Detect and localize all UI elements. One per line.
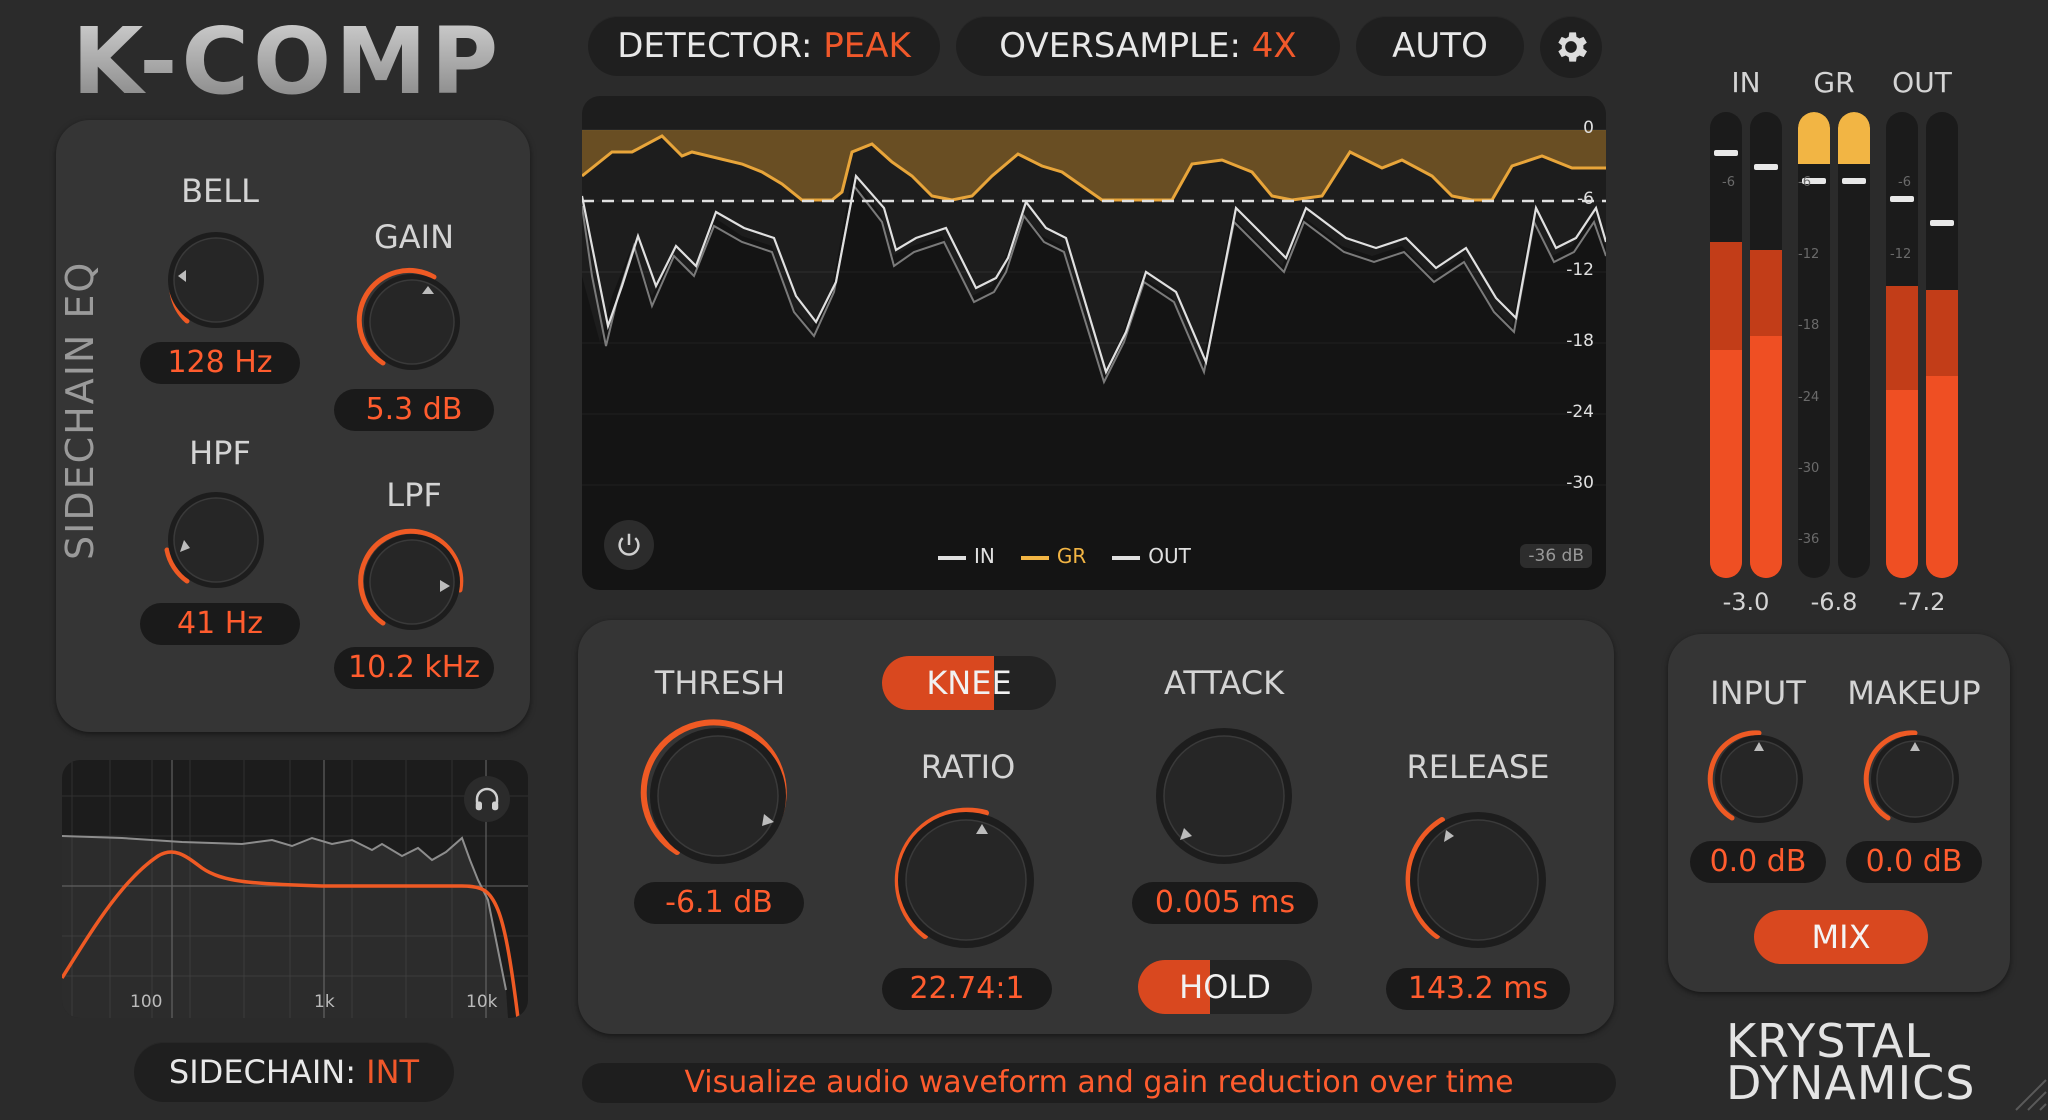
meter-in-value: -3.0 [1722, 588, 1770, 616]
legend-gr[interactable]: GR [1020, 544, 1086, 568]
hpf-label: HPF [189, 434, 251, 472]
detector-button[interactable]: DETECTOR: PEAK [588, 16, 940, 76]
hpf-knob[interactable] [156, 480, 276, 600]
oversample-label: OVERSAMPLE: [999, 26, 1241, 66]
thresh-knob[interactable] [634, 712, 802, 880]
ratio-knob[interactable] [882, 796, 1050, 964]
tick-gr-36: -36 [1798, 532, 1820, 547]
oversample-button[interactable]: OVERSAMPLE: 4X [956, 16, 1340, 76]
gain-label: GAIN [373, 218, 455, 256]
tick-out-6: -6 [1898, 175, 1911, 190]
makeup-label: MAKEUP [1847, 674, 1981, 712]
auto-button[interactable]: AUTO [1356, 16, 1524, 76]
resize-handle[interactable] [2010, 1070, 2048, 1120]
scale-18: -18 [1566, 331, 1594, 351]
lpf-knob[interactable] [352, 522, 472, 642]
waveform-legend: IN GR OUT [938, 544, 1191, 568]
waveform-display[interactable]: 0 -6 -12 -18 -24 -30 -36 dB IN GR OUT [582, 96, 1606, 590]
sidechain-label: SIDECHAIN: [168, 1053, 356, 1091]
oversample-value: 4X [1251, 26, 1297, 66]
gear-icon [1558, 32, 1587, 62]
hold-label: HOLD [1179, 968, 1271, 1006]
tick-gr-6: -6 [1798, 175, 1811, 190]
detector-value: PEAK [823, 26, 911, 66]
tick-out-12: -12 [1890, 247, 1912, 262]
gain-value[interactable]: 5.3 dB [334, 389, 494, 431]
hold-toggle[interactable]: HOLD [1138, 960, 1312, 1014]
input-value[interactable]: 0.0 dB [1690, 841, 1826, 883]
scale-24: -24 [1566, 402, 1594, 422]
brand-line2: DYNAMICS [1726, 1056, 1976, 1110]
settings-button[interactable] [1540, 16, 1602, 78]
makeup-knob[interactable] [1860, 724, 1970, 834]
thresh-value[interactable]: -6.1 dB [634, 882, 804, 924]
knee-toggle[interactable]: KNEE [882, 656, 1056, 710]
tick-in-6: -6 [1722, 175, 1735, 190]
release-knob[interactable] [1394, 796, 1562, 964]
meter-gr-right [1838, 112, 1870, 578]
thresh-label: THRESH [654, 664, 786, 702]
scale-0: 0 [1583, 118, 1594, 138]
eq-tick-1k: 1k [314, 992, 335, 1012]
eq-tick-10k: 10k [466, 992, 498, 1012]
tick-gr-24: -24 [1798, 390, 1820, 405]
legend-out[interactable]: OUT [1112, 544, 1191, 568]
tick-gr-30: -30 [1798, 461, 1820, 476]
lpf-label: LPF [386, 476, 442, 514]
bell-label: BELL [181, 172, 259, 210]
solo-sidechain-button[interactable] [464, 776, 510, 822]
bell-value[interactable]: 128 Hz [140, 342, 300, 384]
sidechain-value: INT [366, 1053, 420, 1091]
ratio-label: RATIO [920, 748, 1016, 786]
meter-gr-label: GR [1813, 66, 1855, 99]
detector-label: DETECTOR: [617, 26, 813, 66]
headphones-icon [475, 787, 499, 811]
input-label: INPUT [1710, 674, 1806, 712]
mix-button[interactable]: MIX [1754, 910, 1928, 964]
gain-knob[interactable] [352, 262, 472, 382]
release-value[interactable]: 143.2 ms [1386, 968, 1570, 1010]
display-power-button[interactable] [604, 520, 654, 570]
scale-30: -30 [1566, 473, 1594, 493]
tick-gr-18: -18 [1798, 318, 1820, 333]
scale-6: -6 [1577, 189, 1594, 209]
meter-gr-value: -6.8 [1810, 588, 1858, 616]
sidechain-source-button[interactable]: SIDECHAIN: INT [134, 1042, 454, 1102]
meter-out-right [1926, 112, 1958, 578]
status-tooltip: Visualize audio waveform and gain reduct… [582, 1063, 1616, 1103]
release-label: RELEASE [1406, 748, 1550, 786]
tick-gr-12: -12 [1798, 247, 1820, 262]
makeup-value[interactable]: 0.0 dB [1846, 841, 1982, 883]
sidechain-eq-curve[interactable]: 100 1k 10k [62, 760, 528, 1018]
ratio-value[interactable]: 22.74:1 [882, 968, 1052, 1010]
lpf-value[interactable]: 10.2 kHz [334, 647, 494, 689]
attack-label: ATTACK [1163, 664, 1285, 702]
scale-12: -12 [1566, 260, 1594, 280]
legend-in[interactable]: IN [938, 544, 995, 568]
knee-label: KNEE [926, 664, 1012, 702]
app-logo: K-COMP [72, 8, 503, 115]
floor-button[interactable]: -36 dB [1520, 544, 1592, 568]
meter-in-label: IN [1731, 66, 1761, 99]
input-knob[interactable] [1704, 724, 1814, 834]
meter-out-value: -7.2 [1898, 588, 1946, 616]
power-icon [618, 533, 640, 556]
brand-logo: KRYSTAL DYNAMICS [1726, 1018, 1976, 1110]
meter-in-right [1750, 112, 1782, 578]
attack-knob[interactable] [1140, 712, 1308, 880]
meter-out-label: OUT [1892, 66, 1952, 99]
attack-value[interactable]: 0.005 ms [1132, 882, 1318, 924]
eq-tick-100: 100 [130, 992, 163, 1012]
sidechain-eq-title: SIDECHAIN EQ [58, 260, 102, 560]
hpf-value[interactable]: 41 Hz [140, 603, 300, 645]
bell-knob[interactable] [156, 220, 276, 340]
